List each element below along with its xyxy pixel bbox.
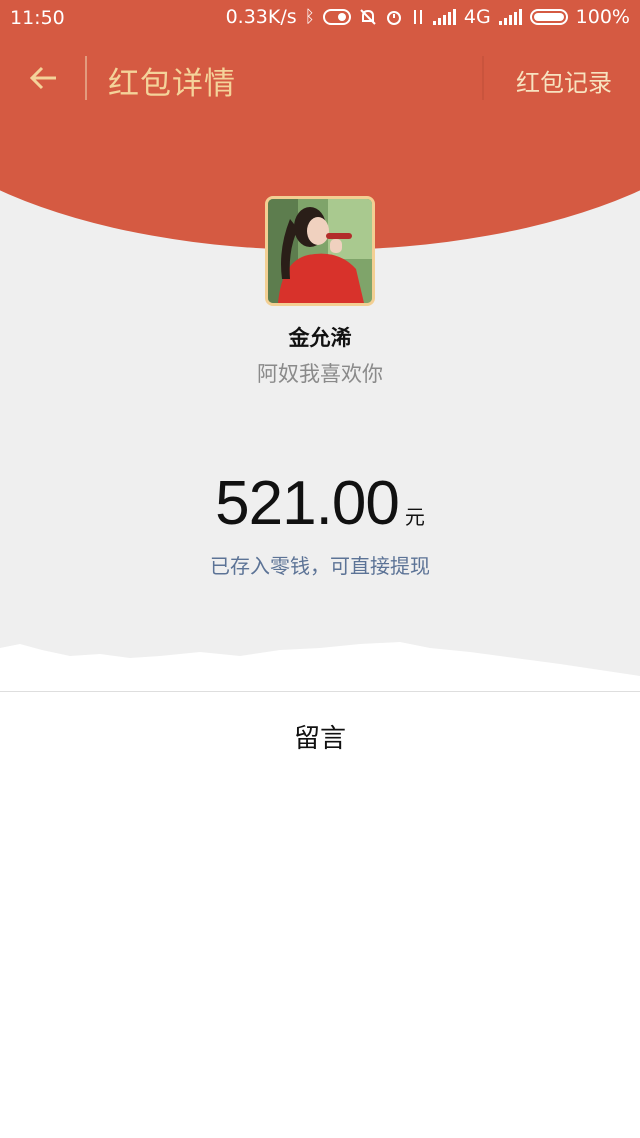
bluetooth-icon: ᛒ	[304, 7, 315, 27]
red-packet-detail-page: 11:50 0.33K/s ᛒ 4G 100% 红包详情 红包记录 金允浠 阿奴…	[0, 0, 640, 1138]
deposit-note-link[interactable]: 已存入零钱，可直接提现	[0, 550, 640, 579]
toolbar-divider-right	[482, 56, 484, 100]
amount-unit: 元	[404, 505, 425, 529]
avatar[interactable]	[265, 196, 375, 306]
status-time: 11:50	[10, 7, 65, 29]
avatar-image	[268, 199, 372, 303]
torn-edge-decoration	[0, 642, 640, 694]
message-section-label: 留言	[293, 724, 346, 754]
battery-icon	[529, 9, 568, 25]
data-transfer-icon	[413, 10, 422, 24]
mute-bell-icon	[360, 9, 376, 25]
toolbar-divider	[85, 56, 87, 100]
section-divider	[0, 691, 640, 692]
network-type: 4G	[463, 6, 491, 28]
status-icons: 0.33K/s ᛒ 4G 100%	[226, 6, 630, 28]
red-packet-records-link[interactable]: 红包记录	[516, 63, 612, 98]
back-button[interactable]	[22, 58, 66, 98]
greeting-message: 阿奴我喜欢你	[257, 362, 383, 386]
signal-icon-2	[498, 9, 522, 25]
alarm-icon	[386, 11, 401, 25]
network-speed: 0.33K/s	[225, 6, 297, 28]
battery-level: 100%	[575, 6, 630, 28]
amount-value: 521.00	[215, 469, 400, 538]
arrow-left-icon	[29, 66, 56, 90]
amount-display: 521.00 元	[0, 468, 640, 539]
page-title: 红包详情	[108, 66, 236, 102]
signal-icon	[432, 9, 456, 25]
toggle-icon	[322, 9, 351, 25]
sender-name: 金允浠	[288, 326, 352, 350]
toolbar: 红包详情 红包记录	[0, 48, 640, 108]
status-bar: 11:50 0.33K/s ᛒ 4G 100%	[0, 0, 640, 36]
